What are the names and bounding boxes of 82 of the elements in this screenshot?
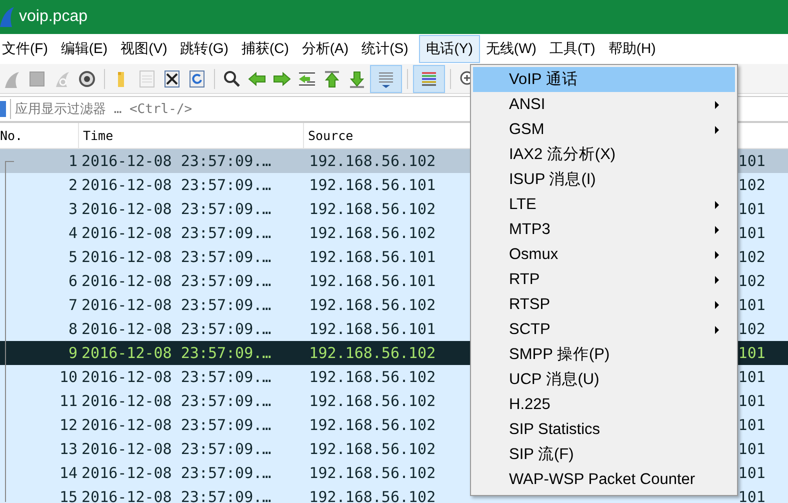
table-cell-text: 9 bbox=[68, 344, 78, 362]
table-cell-text: 101 bbox=[738, 392, 766, 410]
menu-item[interactable]: 编辑(E) bbox=[58, 35, 115, 63]
menu-option[interactable]: RTP bbox=[473, 267, 735, 292]
table-cell-text: 7 bbox=[68, 296, 78, 314]
table-cell-text: 2016-12-08 23:57:09.… bbox=[80, 200, 272, 218]
table-cell-text: 2016-12-08 23:57:09.… bbox=[80, 368, 272, 386]
table-cell-text: 102 bbox=[738, 272, 766, 290]
table-cell-text: 2016-12-08 23:57:09.… bbox=[80, 392, 272, 410]
table-cell-text: 101 bbox=[738, 440, 766, 458]
menu-item[interactable]: 统计(S) bbox=[360, 35, 416, 63]
table-cell-text: 5 bbox=[68, 248, 78, 266]
table-cell-text: 6 bbox=[68, 272, 78, 290]
menu-item[interactable]: 文件(F) bbox=[0, 35, 55, 63]
table-cell-text: 192.168.56.101 bbox=[308, 248, 437, 266]
table-cell-text: 2016-12-08 23:57:09.… bbox=[80, 152, 272, 170]
table-cell-text: 101 bbox=[738, 368, 766, 386]
table-cell-text: 3 bbox=[68, 200, 78, 218]
table-cell-text: 101 bbox=[738, 200, 766, 218]
table-cell-text: 2016-12-08 23:57:09.… bbox=[80, 416, 272, 434]
table-cell-text: 101 bbox=[738, 224, 766, 242]
table-cell-text: 192.168.56.101 bbox=[308, 320, 437, 338]
table-cell-text: 2016-12-08 23:57:09.… bbox=[80, 176, 272, 194]
menu-item[interactable]: 分析(A) bbox=[300, 35, 356, 63]
table-cell-text: 2016-12-08 23:57:09.… bbox=[80, 248, 272, 266]
table-cell-text: 192.168.56.102 bbox=[308, 152, 437, 170]
menu-option[interactable]: VoIP 通话 bbox=[473, 67, 735, 92]
table-cell-text: 2016-12-08 23:57:09.… bbox=[80, 440, 272, 458]
table-cell-text: 192.168.56.102 bbox=[308, 392, 437, 410]
table-cell-text: 192.168.56.101 bbox=[308, 272, 437, 290]
menu-item[interactable]: 电话(Y) bbox=[419, 35, 480, 63]
table-cell-text: 1 bbox=[68, 152, 78, 170]
table-cell-text: 2016-12-08 23:57:09.… bbox=[80, 344, 272, 362]
table-cell-text: 192.168.56.102 bbox=[308, 368, 437, 386]
table-cell-text: 192.168.56.102 bbox=[308, 488, 437, 503]
table-cell-text: 102 bbox=[738, 248, 766, 266]
table-cell-text: 2016-12-08 23:57:09.… bbox=[80, 488, 272, 503]
menu-option[interactable]: UCP 消息(U) bbox=[473, 367, 735, 392]
table-cell-text: 2 bbox=[68, 176, 78, 194]
table-cell-text: 2016-12-08 23:57:09.… bbox=[80, 224, 272, 242]
table-cell-text: 192.168.56.102 bbox=[308, 440, 437, 458]
table-cell-text: 4 bbox=[68, 224, 78, 242]
table-cell-text: 101 bbox=[738, 464, 766, 482]
menu-item[interactable]: 视图(V) bbox=[118, 35, 174, 63]
table-cell-text: 13 bbox=[58, 440, 78, 458]
table-cell-text: 2016-12-08 23:57:09.… bbox=[80, 296, 272, 314]
menu-item[interactable]: 无线(W) bbox=[484, 35, 544, 63]
menu-option[interactable]: Osmux bbox=[473, 242, 735, 267]
table-cell-text: 14 bbox=[58, 464, 78, 482]
table-cell-text: 8 bbox=[68, 320, 78, 338]
menu-option[interactable]: SCTP bbox=[473, 317, 735, 342]
table-cell-text: 2016-12-08 23:57:09.… bbox=[80, 272, 272, 290]
table-cell-text: 101 bbox=[738, 296, 766, 314]
table-cell-text: 192.168.56.102 bbox=[308, 296, 437, 314]
table-cell-text: 102 bbox=[738, 320, 766, 338]
table-cell-text: 15 bbox=[58, 488, 78, 503]
menu-option[interactable]: GSM bbox=[473, 117, 735, 142]
menu-item[interactable]: 帮助(H) bbox=[606, 35, 663, 63]
table-cell-text: 2016-12-08 23:57:09.… bbox=[80, 320, 272, 338]
column-header[interactable]: No. bbox=[0, 123, 79, 148]
menu-option[interactable]: RTSP bbox=[473, 292, 735, 317]
table-cell-text: 192.168.56.102 bbox=[308, 224, 437, 242]
table-cell-text: 101 bbox=[738, 344, 766, 362]
menu-item[interactable]: 工具(T) bbox=[547, 35, 602, 63]
menu-item[interactable]: 跳转(G) bbox=[178, 35, 236, 63]
table-cell-text: 192.168.56.102 bbox=[308, 344, 437, 362]
table-cell-text: 12 bbox=[58, 416, 78, 434]
window-title: voip.pcap bbox=[19, 8, 88, 26]
table-cell-text: 101 bbox=[738, 488, 766, 503]
table-cell-text: 11 bbox=[58, 392, 78, 410]
column-header[interactable]: Time bbox=[79, 123, 304, 148]
table-cell-text: 192.168.56.101 bbox=[308, 176, 437, 194]
menu-item[interactable]: 捕获(C) bbox=[239, 35, 296, 63]
table-cell-text: 102 bbox=[738, 176, 766, 194]
table-cell-text: 101 bbox=[738, 416, 766, 434]
table-cell-text: 192.168.56.102 bbox=[308, 416, 437, 434]
table-cell-text: 101 bbox=[738, 152, 766, 170]
table-cell-text: 2016-12-08 23:57:09.… bbox=[80, 464, 272, 482]
menu-option[interactable]: SMPP 操作(P) bbox=[473, 342, 735, 367]
table-cell-text: 10 bbox=[58, 368, 78, 386]
table-cell-text: 192.168.56.102 bbox=[308, 200, 437, 218]
table-cell-text: 192.168.56.102 bbox=[308, 464, 437, 482]
